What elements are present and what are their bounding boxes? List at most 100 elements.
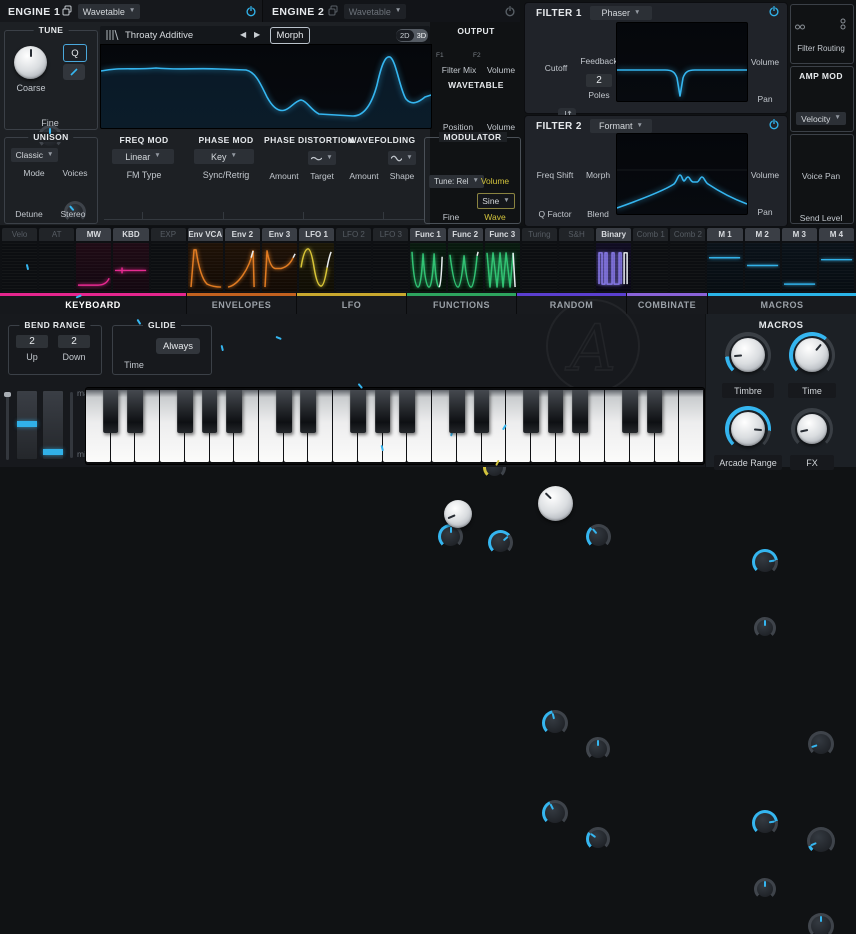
mod-slot-func3[interactable]: Func 3 [485,228,520,292]
copy-icon[interactable] [62,5,73,16]
pitch-wheel[interactable] [6,392,9,460]
view-3d-button[interactable]: 3D [414,30,430,41]
mod-slot-func2[interactable]: Func 2 [448,228,483,292]
wf-mod-knob[interactable] [370,442,397,469]
prev-wavetable-button[interactable]: ◀ [240,30,246,39]
mod-slider-1[interactable] [16,390,38,460]
pd-target-dropdown[interactable]: ▼ [308,151,336,165]
output-volume-knob[interactable] [488,420,513,445]
coarse-knob[interactable] [14,46,47,79]
black-key[interactable] [548,390,564,433]
pd-amount-knob[interactable] [272,329,295,352]
mod-slot-m2[interactable]: M 2 [745,228,780,292]
macro-knob-timbre[interactable] [725,332,771,378]
feedback-knob[interactable] [586,524,611,549]
sync-retrig-dropdown[interactable]: Key▼ [194,149,254,164]
mod-slot-env3[interactable]: Env 3 [262,228,297,292]
black-key[interactable] [375,390,391,433]
filter2-power-icon[interactable] [768,118,780,130]
macro-knob-arcade-range[interactable] [725,406,771,452]
pitch-wheel-handle[interactable] [4,392,11,397]
mod-slot-comb1[interactable]: Comb 1 [633,228,668,292]
mod-slot-env2[interactable]: Env 2 [225,228,260,292]
filter2-type-dropdown[interactable]: Formant▼ [590,119,652,133]
mod-slot-lfo1[interactable]: LFO 1 [299,228,334,292]
filter1-volume-knob[interactable] [752,549,778,575]
filter1-pan-knob[interactable] [754,617,776,639]
glide-mode-button[interactable]: Always [156,338,200,354]
filter1-power-icon[interactable] [768,5,780,17]
mod-slot-func1[interactable]: Func 1 [410,228,445,292]
morph-button[interactable]: Morph [270,27,310,44]
tab-macros[interactable]: MACROS [708,293,856,314]
fine-tune-knob[interactable] [38,125,62,149]
black-key[interactable] [226,390,242,433]
mod-slot-binary[interactable]: Binary [596,228,631,292]
range-slider[interactable] [70,392,73,458]
edit-pitch-button[interactable] [63,64,85,80]
bend-up-value[interactable]: 2 [16,335,48,348]
fm-type-dropdown[interactable]: Linear▼ [112,149,174,164]
mod-slot-sh[interactable]: S&H [559,228,594,292]
black-key[interactable] [523,390,539,433]
filter1-type-dropdown[interactable]: Phaser▼ [590,6,652,20]
black-key[interactable] [301,390,317,433]
black-key[interactable] [128,390,144,433]
black-key[interactable] [647,390,663,433]
black-key[interactable] [103,390,119,433]
black-key[interactable] [474,390,490,433]
filter-routing-knob[interactable] [808,731,834,757]
engine1-power-icon[interactable] [245,5,257,17]
engine1-type-dropdown[interactable]: Wavetable▼ [78,4,140,19]
mod-slot-m4[interactable]: M 4 [819,228,854,292]
copy-icon[interactable] [328,5,339,16]
unison-mode-dropdown[interactable]: Classic▼ [11,148,58,162]
filter2-morph-knob[interactable] [586,737,610,761]
unison-stereo-knob[interactable] [60,286,85,311]
black-key[interactable] [449,390,465,433]
phase-mod-amount-knob[interactable] [210,342,237,369]
freq-shift-knob[interactable] [542,710,568,736]
engine2-type-dropdown[interactable]: Wavetable▼ [344,4,406,19]
tab-functions[interactable]: FUNCTIONS [407,293,516,314]
q-factor-knob[interactable] [542,800,568,826]
tab-keyboard[interactable]: KEYBOARD [0,293,186,314]
engine2-power-icon[interactable] [504,5,516,17]
black-key[interactable] [177,390,193,433]
mod-slot-lfo2[interactable]: LFO 2 [336,228,371,292]
modulator-wave-dropdown[interactable]: Sine▼ [477,193,515,209]
blend-knob[interactable] [586,827,610,851]
wf-shape-dropdown[interactable]: ▼ [388,151,416,165]
amp-mod-dropdown[interactable]: Velocity▼ [796,112,846,125]
mod-slot-mw[interactable]: MW [76,228,111,292]
position-knob[interactable] [444,500,472,528]
mod-slot-exp[interactable]: EXP [151,228,186,292]
next-wavetable-button[interactable]: ▶ [254,30,260,39]
mod-slot-at[interactable]: AT [39,228,74,292]
mod-slider-2[interactable] [42,390,64,460]
wavetable-name[interactable]: Throaty Additive [125,30,193,41]
macro-knob-fx[interactable] [791,408,833,450]
filter2-pan-knob[interactable] [754,878,776,900]
mod-slot-m1[interactable]: M 1 [707,228,742,292]
unison-voices-knob[interactable] [64,201,86,223]
filter1-display[interactable] [616,22,748,102]
amp-mod-knob[interactable] [807,827,835,855]
mod-slot-kbd[interactable]: KBD [113,228,148,292]
poles-value[interactable]: 2 [586,74,612,87]
white-key[interactable] [679,390,704,462]
filter2-display[interactable] [616,133,748,215]
mod-slot-lfo3[interactable]: LFO 3 [373,228,408,292]
black-key[interactable] [276,390,292,433]
voice-pan-knob[interactable] [808,913,834,934]
wavetable-display[interactable] [100,44,432,129]
cutoff-knob[interactable] [538,486,573,521]
tab-envelopes[interactable]: ENVELOPES [187,293,296,314]
fm-amount-knob[interactable] [129,315,156,342]
mod-slot-comb2[interactable]: Comb 2 [670,228,705,292]
black-key[interactable] [573,390,589,433]
mod-slot-turing[interactable]: Turing [522,228,557,292]
black-key[interactable] [202,390,218,433]
mod-slot-m3[interactable]: M 3 [782,228,817,292]
quantize-button[interactable]: Q [63,44,87,62]
